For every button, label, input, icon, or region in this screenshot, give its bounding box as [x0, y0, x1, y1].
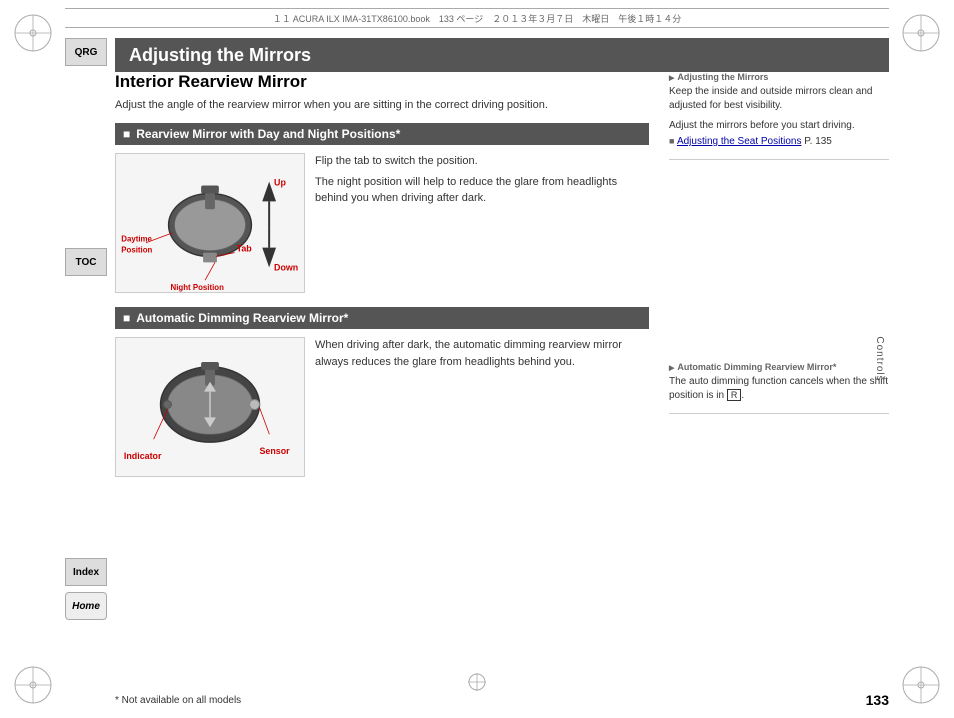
- svg-text:Down: Down: [274, 263, 298, 273]
- subsection1-diagram-container: Tab Up Down Daytime Position Night Posit…: [115, 153, 649, 293]
- svg-text:Indicator: Indicator: [124, 451, 162, 461]
- subsection2-header: Automatic Dimming Rearview Mirror*: [115, 307, 649, 329]
- corner-decoration-tr: [896, 8, 946, 58]
- hint1-link[interactable]: Adjusting the Seat Positions: [677, 136, 802, 147]
- corner-decoration-br: [896, 660, 946, 710]
- svg-text:Position: Position: [121, 246, 152, 255]
- mirror-auto-dim-svg: Indicator Sensor: [116, 338, 304, 476]
- page-number: 133: [866, 692, 889, 708]
- qrg-button[interactable]: QRG: [65, 38, 107, 66]
- home-button[interactable]: Home: [65, 592, 107, 620]
- auto-dimming-mirror-diagram: Indicator Sensor: [115, 337, 305, 477]
- hint-block-1: Adjusting the Mirrors Keep the inside an…: [669, 72, 889, 160]
- hint1-page: P. 135: [804, 136, 832, 147]
- content-columns: Interior Rearview Mirror Adjust the angl…: [115, 72, 889, 491]
- svg-text:Night Position: Night Position: [171, 283, 225, 292]
- subsection2-diagram-container: Indicator Sensor When driving after dark…: [115, 337, 649, 477]
- hint2-r-badge: R: [727, 389, 742, 401]
- svg-text:Tab: Tab: [237, 244, 253, 254]
- rearview-mirror-diagram: Tab Up Down Daytime Position Night Posit…: [115, 153, 305, 293]
- main-content: Interior Rearview Mirror Adjust the angl…: [115, 72, 889, 683]
- mirror-day-night-svg: Tab Up Down Daytime Position Night Posit…: [116, 154, 304, 292]
- header-bar: １１ ACURA ILX IMA-31TX86100.book 133 ページ …: [65, 8, 889, 28]
- hint1-text2: Adjust the mirrors before you start driv…: [669, 119, 889, 133]
- sidebar-left: QRG TOC Index Home: [65, 38, 115, 622]
- svg-text:Daytime: Daytime: [121, 235, 152, 244]
- svg-text:Sensor: Sensor: [259, 446, 290, 456]
- corner-decoration-tl: [8, 8, 58, 58]
- corner-decoration-bl: [8, 660, 58, 710]
- subsection2-text: When driving after dark, the automatic d…: [315, 337, 649, 477]
- footnote: * Not available on all models: [115, 694, 241, 708]
- toc-button[interactable]: TOC: [65, 248, 107, 276]
- section-title: Interior Rearview Mirror: [115, 72, 649, 92]
- header-text: １１ ACURA ILX IMA-31TX86100.book 133 ページ …: [273, 12, 681, 25]
- subsection1-header: Rearview Mirror with Day and Night Posit…: [115, 123, 649, 145]
- page-title: Adjusting the Mirrors: [129, 45, 311, 66]
- hint1-text1: Keep the inside and outside mirrors clea…: [669, 85, 889, 113]
- right-column: Adjusting the Mirrors Keep the inside an…: [669, 72, 889, 491]
- left-column: Interior Rearview Mirror Adjust the angl…: [115, 72, 649, 491]
- svg-text:Up: Up: [274, 178, 286, 188]
- subsection1-text: Flip the tab to switch the position. The…: [315, 153, 649, 293]
- title-bar: Adjusting the Mirrors: [115, 38, 889, 72]
- hint1-link-container: ■ Adjusting the Seat Positions P. 135: [669, 135, 889, 149]
- footer: * Not available on all models 133: [115, 692, 889, 708]
- hint2-text: The auto dimming function cancels when t…: [669, 375, 889, 403]
- bottom-crosshair: [462, 667, 492, 700]
- hint2-title: Automatic Dimming Rearview Mirror*: [669, 362, 889, 372]
- intro-text: Adjust the angle of the rearview mirror …: [115, 98, 649, 113]
- hint-block-2: Automatic Dimming Rearview Mirror* The a…: [669, 362, 889, 414]
- hint1-title: Adjusting the Mirrors: [669, 72, 889, 82]
- index-button[interactable]: Index: [65, 558, 107, 586]
